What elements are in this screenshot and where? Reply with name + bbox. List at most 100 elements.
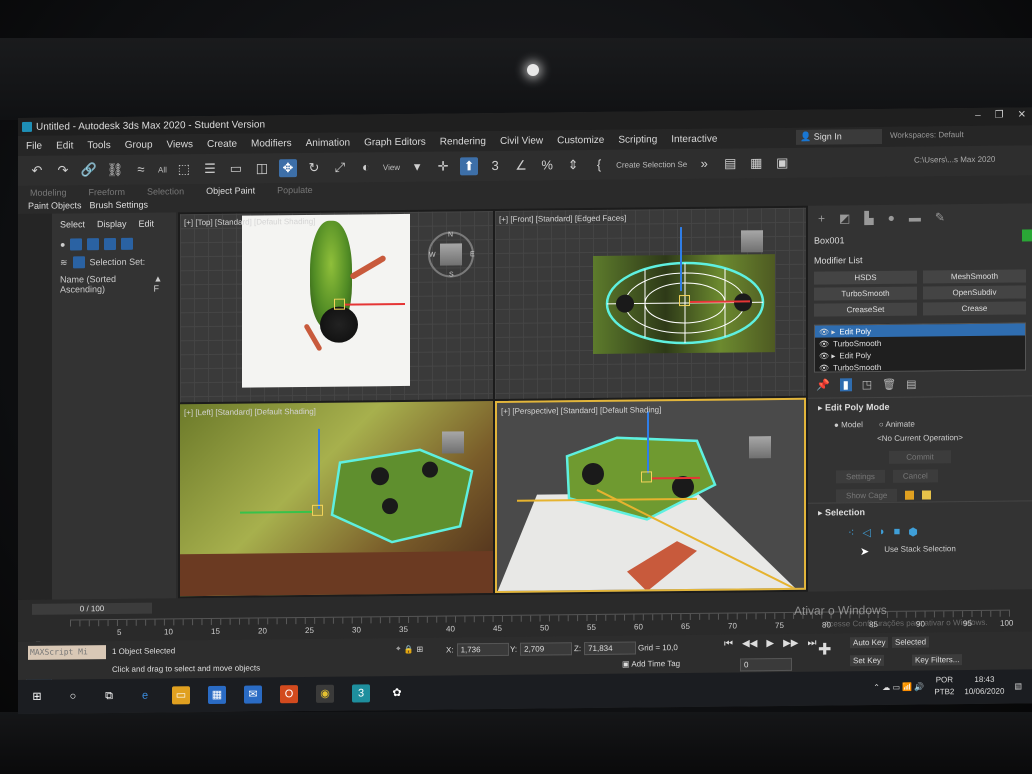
select-object-icon[interactable]: ⬚ xyxy=(175,160,193,178)
gizmo-y-axis[interactable] xyxy=(680,227,682,292)
search-icon[interactable]: ○ xyxy=(64,687,82,705)
creaseset-button[interactable]: CreaseSet xyxy=(814,302,917,317)
material-editor-icon[interactable]: ▦ xyxy=(747,154,765,172)
project-path[interactable]: C:\Users\...s Max 2020 xyxy=(914,155,995,165)
layers-icon[interactable]: ≋ xyxy=(60,257,68,268)
mail-icon[interactable]: ✉ xyxy=(244,685,262,704)
snaps-toggle-icon[interactable]: 3 xyxy=(486,157,504,175)
edit-named-sets-icon[interactable]: { xyxy=(590,156,608,174)
graph-editor-icon[interactable]: ▤ xyxy=(721,154,739,172)
edge-browser-icon[interactable]: e xyxy=(136,687,154,705)
menu-create[interactable]: Create xyxy=(207,138,237,149)
workspace-selector[interactable]: Workspaces: Default xyxy=(890,130,964,140)
eye-icon[interactable]: 👁 ▸ xyxy=(819,351,835,360)
ribbon-tab-modeling[interactable]: Modeling xyxy=(30,187,67,197)
filter-helpers-icon[interactable] xyxy=(121,237,134,250)
ribbon-tab-populate[interactable]: Populate xyxy=(277,185,313,195)
model-radio[interactable]: ● Model xyxy=(834,420,863,429)
filter-shapes-icon[interactable] xyxy=(70,238,83,251)
selection-rollout[interactable]: ▸ Selection xyxy=(808,500,1032,523)
render-setup-icon[interactable]: ▣ xyxy=(773,154,791,172)
sign-in-button[interactable]: 👤 Sign In xyxy=(796,128,882,145)
play-icon[interactable]: ▶ xyxy=(766,638,774,649)
hsds-button[interactable]: HSDS xyxy=(814,270,917,285)
configure-sets-icon[interactable]: ▤ xyxy=(906,378,916,391)
redo-icon[interactable]: ↷ xyxy=(54,161,72,179)
brush-settings-label[interactable]: Brush Settings xyxy=(90,200,149,211)
reference-coordinate-system[interactable]: View xyxy=(383,162,400,171)
named-selection-sets[interactable]: Create Selection Se xyxy=(616,159,687,169)
select-scale-icon[interactable]: ⤢ xyxy=(331,159,349,177)
angle-snap-icon[interactable]: ∠ xyxy=(512,157,530,175)
menu-rendering[interactable]: Rendering xyxy=(440,136,486,147)
menu-scripting[interactable]: Scripting xyxy=(618,134,657,145)
auto-key-button[interactable]: Auto Key xyxy=(850,636,889,649)
menu-group[interactable]: Group xyxy=(125,139,153,150)
absolute-mode-icon[interactable]: ⊞ xyxy=(416,644,423,653)
select-move-icon[interactable]: ✥ xyxy=(278,159,297,178)
cage-selected-color-swatch[interactable] xyxy=(922,490,932,500)
go-to-end-icon[interactable]: ⏭ xyxy=(807,638,816,649)
mirror-icon[interactable]: ✛ xyxy=(434,157,452,175)
modify-tab-icon[interactable]: ◩ xyxy=(839,211,850,225)
add-time-tag[interactable]: ▣ Add Time Tag xyxy=(622,659,680,669)
utilities-tab-icon[interactable]: ✎ xyxy=(935,210,945,224)
menu-tools[interactable]: Tools xyxy=(87,140,110,151)
gizmo-y-axis[interactable] xyxy=(318,428,320,509)
viewcube-compass[interactable]: N S W E xyxy=(428,231,475,278)
minimize-button[interactable]: – xyxy=(975,110,981,121)
remove-modifier-icon[interactable]: 🗑 xyxy=(882,378,896,391)
key-filters-button[interactable]: Key Filters... xyxy=(912,654,963,666)
turbosmooth-button[interactable]: TurboSmooth xyxy=(814,286,917,301)
explorer-tab-select[interactable]: Select xyxy=(60,219,85,229)
edge-icon[interactable]: ◁ xyxy=(862,526,870,539)
move-gizmo-center[interactable] xyxy=(334,298,345,310)
explorer-tab-edit[interactable]: Edit xyxy=(139,219,155,229)
explorer-tab-display[interactable]: Display xyxy=(97,219,127,229)
pivot-center-icon[interactable]: ▾ xyxy=(408,158,426,176)
previous-frame-icon[interactable]: ◀◀ xyxy=(742,638,757,649)
motion-tab-icon[interactable]: ● xyxy=(888,211,895,225)
edit-poly-mode-rollout[interactable]: ▸ Edit Poly Mode xyxy=(808,395,1032,418)
show-end-result-icon[interactable]: ▮ xyxy=(839,378,852,392)
menu-edit[interactable]: Edit xyxy=(56,140,73,151)
viewcube[interactable] xyxy=(442,431,464,454)
make-unique-icon[interactable]: ◳ xyxy=(862,378,872,391)
ribbon-tab-selection[interactable]: Selection xyxy=(147,186,184,196)
menu-animation[interactable]: Animation xyxy=(306,137,350,148)
ribbon-tab-object-paint[interactable]: Object Paint xyxy=(206,186,255,197)
hierarchy-tab-icon[interactable]: ▙ xyxy=(864,211,873,225)
file-explorer-icon[interactable]: ▭ xyxy=(172,686,190,705)
windows-start-icon[interactable]: ⊞ xyxy=(28,688,46,706)
pin-stack-icon[interactable]: 📌 xyxy=(816,378,830,391)
viewport-front-label[interactable]: [+] [Front] [Standard] [Edged Faces] xyxy=(499,214,626,224)
vertex-icon[interactable]: ⁖ xyxy=(848,526,854,539)
toolbar-overflow-icon[interactable]: » xyxy=(695,155,713,173)
maxscript-listener[interactable]: MAXScript Mi xyxy=(28,645,106,660)
menu-views[interactable]: Views xyxy=(167,139,194,150)
x-field[interactable]: 1,736 xyxy=(456,642,509,657)
menu-modifiers[interactable]: Modifiers xyxy=(251,138,292,149)
window-crossing-icon[interactable]: ◫ xyxy=(253,159,271,177)
placement-icon[interactable]: ◐ xyxy=(357,158,375,176)
use-stack-selection-checkbox[interactable]: Use Stack Selection xyxy=(808,541,1032,556)
show-cage-checkbox[interactable]: Show Cage xyxy=(836,488,898,503)
language-indicator[interactable]: POR PTB2 xyxy=(934,674,954,698)
polygon-icon[interactable]: ■ xyxy=(894,526,901,539)
bind-space-warp-icon[interactable]: ≈ xyxy=(132,161,150,179)
spinner-snap-icon[interactable]: ⇕ xyxy=(564,156,582,174)
close-button[interactable]: ✕ xyxy=(1018,109,1026,120)
menu-interactive[interactable]: Interactive xyxy=(671,133,717,144)
percent-snap-icon[interactable]: % xyxy=(538,156,556,174)
viewcube[interactable] xyxy=(749,436,771,459)
current-frame-field[interactable]: 0 xyxy=(740,657,792,672)
link-icon[interactable]: 🔗 xyxy=(80,161,98,179)
notifications-icon[interactable]: ▤ xyxy=(1014,681,1022,690)
commit-button[interactable]: Commit xyxy=(889,450,951,464)
undo-icon[interactable]: ↶ xyxy=(28,162,46,180)
display-tab-icon[interactable]: ▬ xyxy=(909,211,921,225)
select-by-name-icon[interactable]: ☰ xyxy=(201,160,219,178)
select-rotate-icon[interactable]: ↻ xyxy=(305,159,323,177)
set-key-button[interactable]: Set Key xyxy=(850,654,885,667)
selected-dropdown[interactable]: Selected xyxy=(892,636,930,648)
